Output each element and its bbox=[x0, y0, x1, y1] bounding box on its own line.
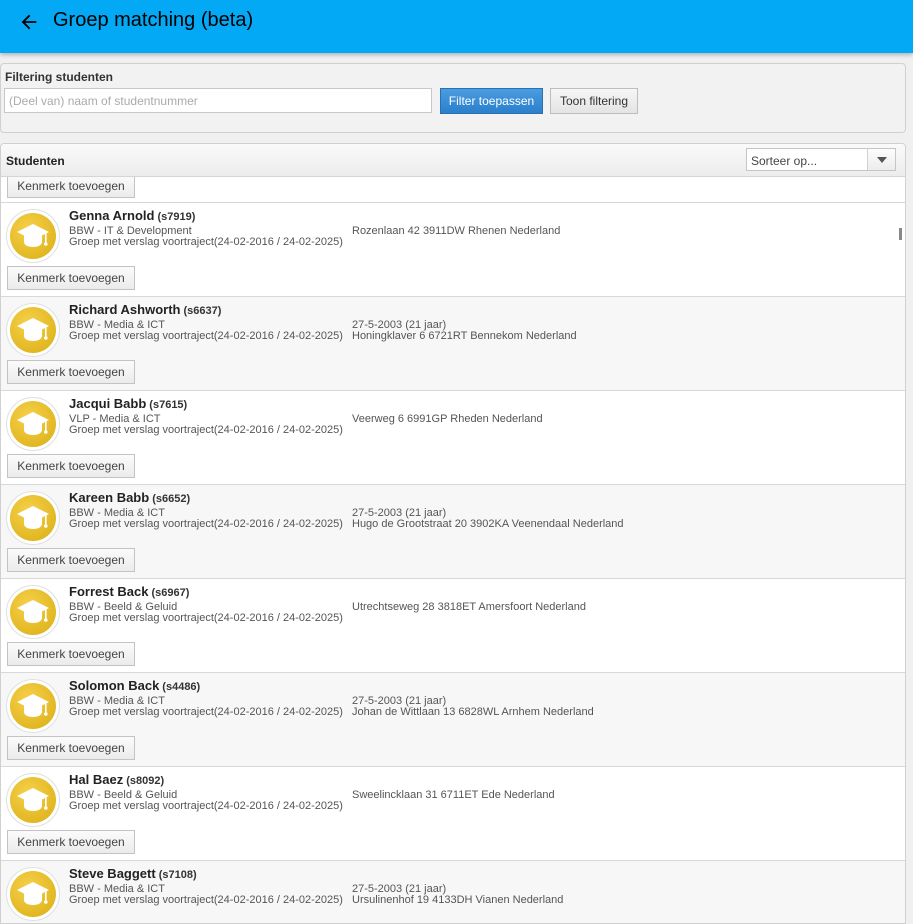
list-item: Kareen Babb (s6652) BBW - Media & ICT Groep… bbox=[1, 485, 905, 579]
student-number: (s6967) bbox=[151, 587, 190, 599]
student-name-text: Hal Baez bbox=[69, 772, 124, 787]
page-title: Groep matching (beta) bbox=[53, 9, 254, 31]
student-name-text: Forrest Back bbox=[69, 584, 149, 599]
student-name-text: Kareen Babb bbox=[69, 490, 150, 505]
list-item: Jacqui Babb (s7615) VLP - Media & ICT Groep… bbox=[1, 391, 905, 485]
student-number: (s7919) bbox=[157, 211, 196, 223]
graduation-cap-icon bbox=[10, 307, 56, 353]
graduation-cap-icon bbox=[10, 495, 56, 541]
student-name-text: Genna Arnold bbox=[69, 208, 155, 223]
sort-select[interactable]: Sorteer op... bbox=[746, 148, 896, 171]
add-attribute-button[interactable]: Kenmerk toevoegen bbox=[7, 642, 135, 666]
student-name-text: Jacqui Babb bbox=[69, 396, 147, 411]
student-name-text: Solomon Back bbox=[69, 678, 160, 693]
list-item: Steve Baggett (s7108) BBW - Media & ICT Gro… bbox=[1, 861, 905, 923]
student-group: Groep met verslag voortraject(24-02-2016… bbox=[69, 236, 343, 248]
avatar bbox=[6, 491, 60, 545]
student-name: Hal Baez (s8092) bbox=[69, 772, 164, 787]
student-name: Jacqui Babb (s7615) bbox=[69, 396, 187, 411]
student-group: Groep met verslag voortraject(24-02-2016… bbox=[69, 518, 343, 530]
student-info-line-1: Rozenlaan 42 3911DW Rhenen Nederland bbox=[352, 225, 561, 237]
list-item: Forrest Back (s6967) BBW - Beeld & Geluid G… bbox=[1, 579, 905, 673]
add-attribute-button[interactable]: Kenmerk toevoegen bbox=[7, 454, 135, 478]
list-item: Genna Arnold (s7919) BBW - IT & Developmen… bbox=[1, 203, 905, 297]
list-item: Richard Ashworth (s6637) BBW - Media & ICT… bbox=[1, 297, 905, 391]
list-item: Hal Baez (s8092) BBW - Beeld & Geluid Groep… bbox=[1, 767, 905, 861]
student-group: Groep met verslag voortraject(24-02-2016… bbox=[69, 894, 343, 906]
avatar bbox=[6, 679, 60, 733]
add-attribute-button[interactable]: Kenmerk toevoegen bbox=[7, 177, 135, 198]
student-name: Steve Baggett (s7108) bbox=[69, 866, 197, 881]
student-group: Groep met verslag voortraject(24-02-2016… bbox=[69, 612, 343, 624]
students-header: Studenten Sorteer op... bbox=[1, 144, 905, 177]
avatar bbox=[6, 209, 60, 263]
student-name-text: Richard Ashworth bbox=[69, 302, 181, 317]
avatar bbox=[6, 303, 60, 357]
apply-filter-button[interactable]: Filter toepassen bbox=[440, 88, 543, 114]
student-number: (s7615) bbox=[149, 399, 188, 411]
student-name-text: Steve Baggett bbox=[69, 866, 156, 881]
avatar bbox=[6, 773, 60, 827]
add-attribute-button[interactable]: Kenmerk toevoegen bbox=[7, 830, 135, 854]
student-info-line-1: Sweelincklaan 31 6711ET Ede Nederland bbox=[352, 789, 555, 801]
student-info-line-2: Ursulinenhof 19 4133DH Vianen Nederland bbox=[352, 894, 564, 906]
chevron-down-icon[interactable] bbox=[867, 149, 895, 170]
student-group: Groep met verslag voortraject(24-02-2016… bbox=[69, 706, 343, 718]
student-group: Groep met verslag voortraject(24-02-2016… bbox=[69, 800, 343, 812]
students-panel: Studenten Sorteer op... Kenmerk toevoege… bbox=[0, 143, 906, 924]
add-attribute-button[interactable]: Kenmerk toevoegen bbox=[7, 360, 135, 384]
student-info-line-1: Utrechtseweg 28 3818ET Amersfoort Nederl… bbox=[352, 601, 586, 613]
student-info-line-2: Hugo de Grootstraat 20 3902KA Veenendaal… bbox=[352, 518, 624, 530]
add-attribute-button[interactable]: Kenmerk toevoegen bbox=[7, 736, 135, 760]
student-number: (s4486) bbox=[162, 681, 201, 693]
student-info-line-2: Honingklaver 6 6721RT Bennekom Nederland bbox=[352, 330, 577, 342]
list-item: Kenmerk toevoegen bbox=[1, 177, 905, 203]
student-name: Solomon Back (s4486) bbox=[69, 678, 200, 693]
student-number: (s6652) bbox=[152, 493, 191, 505]
add-attribute-button[interactable]: Kenmerk toevoegen bbox=[7, 266, 135, 290]
graduation-cap-icon bbox=[10, 589, 56, 635]
student-number: (s8092) bbox=[126, 775, 165, 787]
graduation-cap-icon bbox=[10, 683, 56, 729]
graduation-cap-icon bbox=[10, 213, 56, 259]
student-search-input[interactable] bbox=[4, 88, 432, 113]
students-title: Studenten bbox=[6, 154, 65, 168]
student-number: (s7108) bbox=[158, 869, 197, 881]
avatar bbox=[6, 397, 60, 451]
show-filter-button[interactable]: Toon filtering bbox=[550, 88, 638, 114]
graduation-cap-icon bbox=[10, 401, 56, 447]
student-name: Kareen Babb (s6652) bbox=[69, 490, 190, 505]
student-name: Forrest Back (s6967) bbox=[69, 584, 189, 599]
app-bar: Groep matching (beta) bbox=[0, 0, 913, 53]
filter-title: Filtering studenten bbox=[5, 70, 113, 84]
filter-panel: Filtering studenten Filter toepassen Too… bbox=[0, 63, 906, 133]
sort-select-label: Sorteer op... bbox=[751, 154, 818, 168]
back-arrow-icon[interactable] bbox=[14, 8, 44, 36]
avatar bbox=[6, 867, 60, 921]
student-info-line-1: Veerweg 6 6991GP Rheden Nederland bbox=[352, 413, 543, 425]
student-group: Groep met verslag voortraject(24-02-2016… bbox=[69, 424, 343, 436]
student-name: Genna Arnold (s7919) bbox=[69, 208, 195, 223]
graduation-cap-icon bbox=[10, 777, 56, 823]
student-number: (s6637) bbox=[183, 305, 222, 317]
list-item: Solomon Back (s4486) BBW - Media & ICT Groe… bbox=[1, 673, 905, 767]
avatar bbox=[6, 585, 60, 639]
graduation-cap-icon bbox=[10, 871, 56, 917]
student-name: Richard Ashworth (s6637) bbox=[69, 302, 221, 317]
scrollbar-thumb[interactable] bbox=[899, 228, 902, 240]
add-attribute-button[interactable]: Kenmerk toevoegen bbox=[7, 548, 135, 572]
student-group: Groep met verslag voortraject(24-02-2016… bbox=[69, 330, 343, 342]
student-list: Kenmerk toevoegen Genna Arnold (s7919) BBW… bbox=[1, 177, 905, 923]
student-info-line-2: Johan de Wittlaan 13 6828WL Arnhem Neder… bbox=[352, 706, 594, 718]
